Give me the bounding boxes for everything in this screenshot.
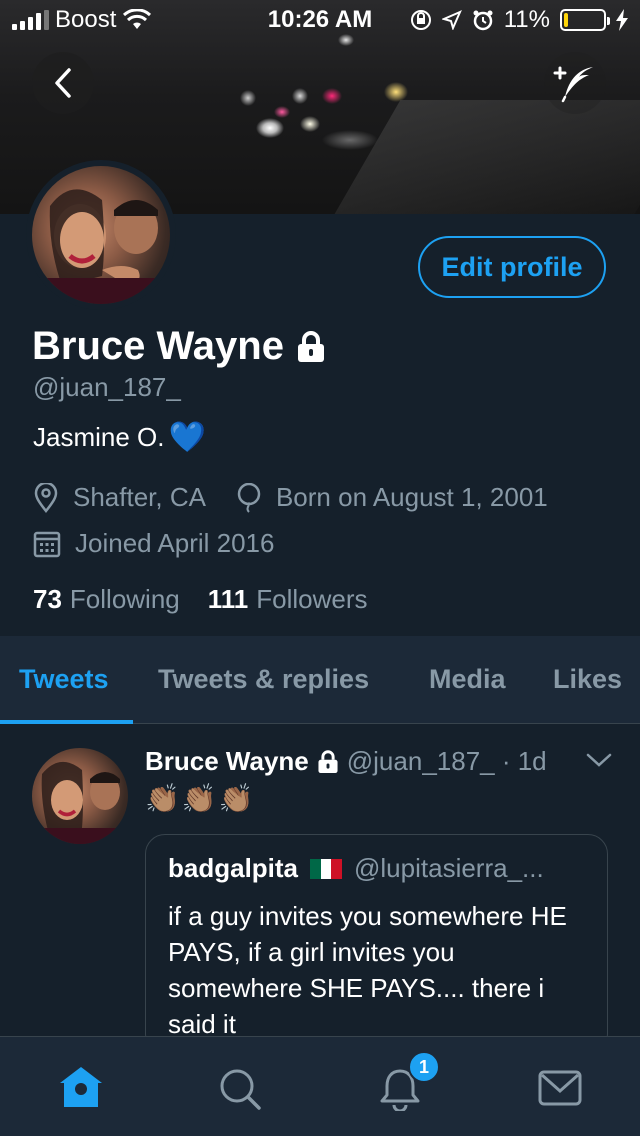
- battery-percent: 11%: [503, 6, 550, 33]
- location-arrow-icon: [441, 10, 462, 30]
- balloon-icon: [237, 482, 261, 513]
- tab-likes[interactable]: Likes: [553, 664, 622, 695]
- profile-name-row: Bruce Wayne: [32, 324, 326, 369]
- profile-avatar[interactable]: [26, 160, 176, 310]
- profile-name: Bruce Wayne: [32, 324, 284, 368]
- edit-profile-button[interactable]: Edit profile: [418, 236, 606, 298]
- charging-bolt-icon: [616, 9, 628, 31]
- quoted-author-name: badgalpita: [168, 853, 299, 883]
- tweet-content: 👏🏽👏🏽👏🏽: [145, 783, 256, 814]
- followers-count-link[interactable]: 111 Followers: [208, 584, 368, 615]
- battery-icon: [560, 9, 610, 31]
- tab-tweets[interactable]: Tweets: [19, 664, 109, 695]
- bottom-tab-bar: 1: [0, 1036, 640, 1136]
- compose-tweet-icon: [553, 66, 593, 103]
- profile-location: Shafter, CA: [33, 482, 206, 513]
- notifications-badge: 1: [408, 1051, 440, 1083]
- tab-media[interactable]: Media: [429, 664, 506, 695]
- quoted-author-handle: @lupitasierra_...: [354, 853, 544, 883]
- chevron-left-icon: [55, 68, 71, 98]
- blue-heart-emoji: 💙: [168, 421, 206, 454]
- profile-tabs: Tweets Tweets & replies Media Likes: [0, 636, 640, 724]
- profile-handle: @juan_187_: [33, 372, 181, 402]
- orientation-lock-icon: [410, 10, 431, 30]
- chevron-down-icon[interactable]: [586, 752, 612, 768]
- tab-tweets-and-replies[interactable]: Tweets & replies: [158, 664, 369, 695]
- bio-text: Jasmine O.: [33, 422, 165, 452]
- lock-icon: [318, 749, 338, 773]
- mexico-flag-emoji: [310, 858, 343, 879]
- tweet-header: Bruce Wayne @juan_187_ · 1d: [145, 746, 547, 777]
- status-bar: Boost 10:26 AM 11%: [0, 0, 640, 40]
- home-icon[interactable]: [58, 1065, 104, 1109]
- tweet[interactable]: Bruce Wayne @juan_187_ · 1d 👏🏽👏🏽👏🏽 badga…: [0, 724, 640, 1054]
- compose-tweet-button[interactable]: [544, 52, 606, 114]
- profile-bio: Jasmine O. 💙: [33, 420, 206, 455]
- alarm-icon: [473, 10, 493, 31]
- profile-birthday: Born on August 1, 2001: [236, 482, 548, 513]
- location-pin-icon: [34, 482, 58, 513]
- calendar-icon: [33, 531, 61, 557]
- quoted-tweet-header: badgalpita @lupitasierra_...: [168, 853, 585, 884]
- tweet-handle-time: @juan_187_ · 1d: [346, 746, 547, 776]
- quoted-tweet-text: if a guy invites you somewhere HE PAYS, …: [168, 901, 567, 1039]
- profile-joined: Joined April 2016: [33, 528, 274, 559]
- following-count-link[interactable]: 73 Following: [33, 584, 180, 615]
- tweet-avatar[interactable]: [32, 748, 128, 844]
- back-button[interactable]: [32, 52, 94, 114]
- quoted-tweet[interactable]: badgalpita @lupitasierra_... if a guy in…: [145, 834, 608, 1054]
- tweet-author-name[interactable]: Bruce Wayne: [145, 746, 309, 777]
- lock-icon: [297, 330, 324, 362]
- search-icon[interactable]: [218, 1067, 262, 1111]
- messages-icon[interactable]: [538, 1069, 582, 1107]
